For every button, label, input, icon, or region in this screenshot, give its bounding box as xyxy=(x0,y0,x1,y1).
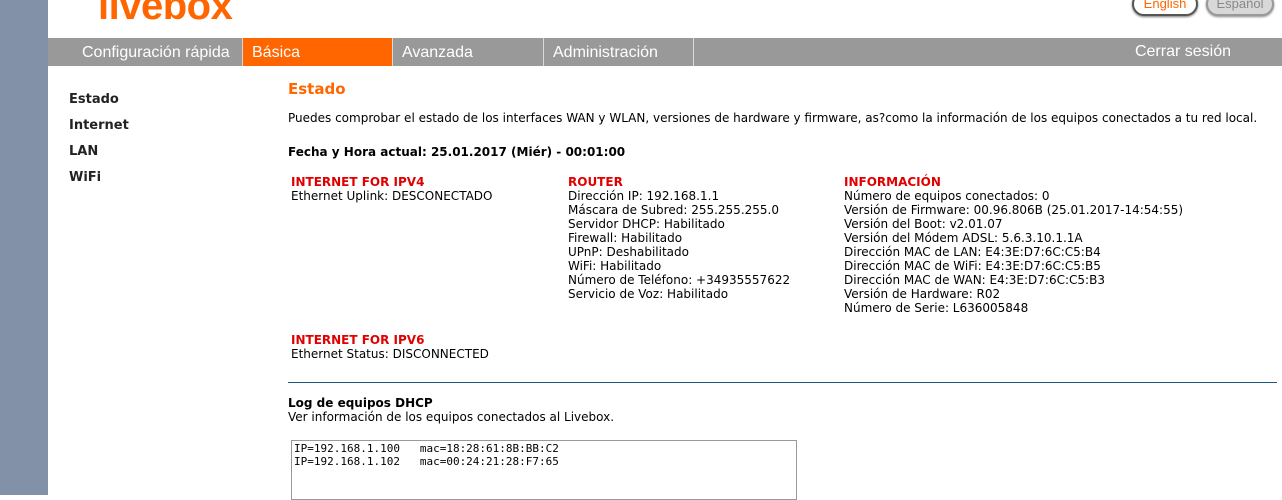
info-line: Dirección MAC de LAN: E4:3E:D7:6C:C5:B4 xyxy=(844,245,1101,259)
info-section: INFORMACIÓN Número de equipos conectados… xyxy=(844,175,1183,315)
ipv4-header: INTERNET FOR IPV4 xyxy=(291,175,425,189)
english-language-button[interactable]: English xyxy=(1132,0,1198,16)
info-line: Versión de Firmware: 00.96.806B (25.01.2… xyxy=(844,203,1184,217)
info-line: Versión del Módem ADSL: 5.6.3.10.1.1A xyxy=(844,231,1083,245)
main-navigation: Configuración rápida Básica Avanzada Adm… xyxy=(48,38,1282,66)
sidebar-item-estado[interactable]: Estado xyxy=(69,92,129,118)
info-line: Dirección MAC de WiFi: E4:3E:D7:6C:C5:B5 xyxy=(844,259,1101,273)
info-line: Número de Serie: L636005848 xyxy=(844,301,1029,315)
dhcp-log-entry: IP=192.168.1.100 mac=18:28:61:8B:BB:C2 xyxy=(294,442,559,455)
spanish-language-button[interactable]: Español xyxy=(1206,0,1274,16)
page-frame: livebox English Español Configuración rá… xyxy=(48,0,1282,500)
dhcp-log-entry: IP=192.168.1.102 mac=00:24:21:28:F7:65 xyxy=(294,455,559,468)
router-section: ROUTER Dirección IP: 192.168.1.1 Máscara… xyxy=(568,175,790,301)
tab-basica[interactable]: Básica xyxy=(243,38,393,66)
info-line: Número de equipos conectados: 0 xyxy=(844,189,1050,203)
logout-link[interactable]: Cerrar sesión xyxy=(1135,38,1231,66)
sidebar-item-lan[interactable]: LAN xyxy=(69,144,129,170)
info-line: Versión del Boot: v2.01.07 xyxy=(844,217,1003,231)
router-line: UPnP: Deshabilitado xyxy=(568,245,689,259)
info-line: Dirección MAC de WAN: E4:3E:D7:6C:C5:B3 xyxy=(844,273,1105,287)
dhcp-log-textarea[interactable]: IP=192.168.1.100 mac=18:28:61:8B:BB:C2 IP… xyxy=(291,440,797,500)
ipv4-section: INTERNET FOR IPV4 Ethernet Uplink: DESCO… xyxy=(291,175,492,203)
sidebar-item-internet[interactable]: Internet xyxy=(69,118,129,144)
tab-configuracion-rapida[interactable]: Configuración rápida xyxy=(73,38,243,66)
dhcp-log-title: Log de equipos DHCP xyxy=(288,396,433,410)
router-line: Servicio de Voz: Habilitado xyxy=(568,287,729,301)
ipv6-header: INTERNET FOR IPV6 xyxy=(291,333,425,347)
info-header: INFORMACIÓN xyxy=(844,175,941,189)
router-header: ROUTER xyxy=(568,175,623,189)
livebox-logo: livebox xyxy=(98,0,233,28)
current-datetime: Fecha y Hora actual: 25.01.2017 (Miér) -… xyxy=(288,145,626,159)
info-line: Versión de Hardware: R02 xyxy=(844,287,1001,301)
main-content: Estado Puedes comprobar el estado de los… xyxy=(288,80,1278,159)
router-line: Servidor DHCP: Habilitado xyxy=(568,217,725,231)
section-divider xyxy=(288,382,1277,383)
tab-administracion[interactable]: Administración xyxy=(544,38,694,66)
ipv6-line: Ethernet Status: DISCONNECTED xyxy=(291,347,489,361)
ipv4-line: Ethernet Uplink: DESCONECTADO xyxy=(291,189,493,203)
sidebar-item-wifi[interactable]: WiFi xyxy=(69,170,129,196)
router-line: Dirección IP: 192.168.1.1 xyxy=(568,189,720,203)
sidebar: Estado Internet LAN WiFi xyxy=(69,92,129,196)
ipv6-section: INTERNET FOR IPV6 Ethernet Status: DISCO… xyxy=(291,333,489,361)
intro-text: Puedes comprobar el estado de los interf… xyxy=(288,111,1258,125)
tab-avanzada[interactable]: Avanzada xyxy=(393,38,544,66)
dhcp-log-description: Ver información de los equipos conectado… xyxy=(288,410,615,424)
router-line: Número de Teléfono: +34935557622 xyxy=(568,273,791,287)
router-line: Firewall: Habilitado xyxy=(568,231,683,245)
router-line: WiFi: Habilitado xyxy=(568,259,662,273)
page-title: Estado xyxy=(288,80,346,98)
window-left-edge xyxy=(0,0,48,495)
router-line: Máscara de Subred: 255.255.255.0 xyxy=(568,203,779,217)
